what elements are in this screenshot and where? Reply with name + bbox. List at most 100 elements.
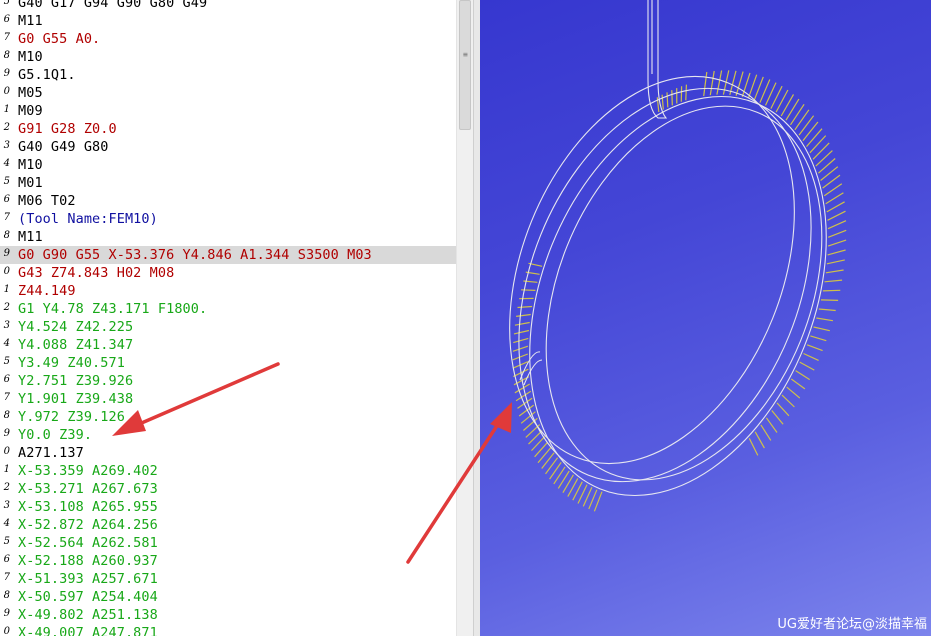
code-line[interactable]: 0 M05 xyxy=(0,84,456,102)
toolpath-segment xyxy=(754,431,765,449)
code-text: X-53.359 A269.402 xyxy=(18,463,158,479)
gcode-editor[interactable]: 5 G40 G17 G94 G90 G80 G49 6 M11 7 G0 G55 A0. 8… xyxy=(0,0,456,636)
code-line[interactable]: 6 M11 xyxy=(0,12,456,30)
code-line[interactable]: 2 X-53.271 A267.673 xyxy=(0,480,456,498)
line-number: 3 xyxy=(3,320,10,331)
code-text: Y1.901 Z39.438 xyxy=(18,391,134,407)
toolpath-segment xyxy=(827,249,846,256)
toolpath-segment xyxy=(760,424,772,441)
code-text: M09 xyxy=(18,103,43,119)
code-text: X-52.188 A260.937 xyxy=(18,553,158,569)
code-text: M10 xyxy=(18,157,43,173)
code-text: Y3.49 Z40.571 xyxy=(18,355,125,371)
line-number: 2 xyxy=(3,302,10,313)
toolpath-segment xyxy=(513,337,529,344)
toolpath-segment xyxy=(786,386,801,399)
toolpath-segment xyxy=(809,135,827,154)
watermark-text: UG爱好者论坛@淡描幸福 xyxy=(777,617,927,632)
code-line[interactable]: 6 Y2.751 Z39.926 xyxy=(0,372,456,390)
code-line[interactable]: 0 X-49.007 A247.871 xyxy=(0,624,456,636)
code-line[interactable]: 9 G5.1Q1. xyxy=(0,66,456,84)
code-line[interactable]: 2 G91 G28 Z0.0 xyxy=(0,120,456,138)
toolpath-wireframe xyxy=(509,0,847,512)
toolpath-segment xyxy=(709,70,715,96)
code-text: Y.972 Z39.126 xyxy=(18,409,125,425)
grip-lines-icon: ≡ xyxy=(463,50,468,59)
code-line[interactable]: 5 G40 G17 G94 G90 G80 G49 xyxy=(0,0,456,12)
toolpath-segment xyxy=(790,103,805,126)
code-line[interactable]: 8 Y.972 Z39.126 xyxy=(0,408,456,426)
code-line[interactable]: 4 Y4.088 Z41.347 xyxy=(0,336,456,354)
code-line[interactable]: 7 Y1.901 Z39.438 xyxy=(0,390,456,408)
line-number: 0 xyxy=(3,626,10,636)
toolpath-segment xyxy=(799,361,815,371)
code-text: M05 xyxy=(18,85,43,101)
code-line[interactable]: 5 Y3.49 Z40.571 xyxy=(0,354,456,372)
toolpath-segment xyxy=(545,457,559,475)
code-text: Y4.524 Z42.225 xyxy=(18,319,134,335)
pane-splitter[interactable] xyxy=(473,0,480,636)
line-number: 5 xyxy=(3,0,10,7)
code-line[interactable]: 4 X-52.872 A264.256 xyxy=(0,516,456,534)
code-line[interactable]: 5 X-52.564 A262.581 xyxy=(0,534,456,552)
code-text: G1 Y4.78 Z43.171 F1800. xyxy=(18,301,208,317)
toolpath-3d-viewport[interactable]: UG爱好者论坛@淡描幸福 xyxy=(480,0,931,636)
code-text: G43 Z74.843 H02 M08 xyxy=(18,265,175,281)
code-line[interactable]: 7 G0 G55 A0. xyxy=(0,30,456,48)
toolpath-segment xyxy=(825,192,844,205)
code-line[interactable]: 9 Y0.0 Z39. xyxy=(0,426,456,444)
toolpath-segment xyxy=(820,299,839,301)
code-text: Y4.088 Z41.347 xyxy=(18,337,134,353)
code-line[interactable]: 3 G40 G49 G80 xyxy=(0,138,456,156)
code-line[interactable]: 5 M01 xyxy=(0,174,456,192)
code-text: X-52.564 A262.581 xyxy=(18,535,158,551)
code-line[interactable]: 2 G1 Y4.78 Z43.171 F1800. xyxy=(0,300,456,318)
toolpath-segment xyxy=(514,321,530,326)
code-line[interactable]: 9 X-49.802 A251.138 xyxy=(0,606,456,624)
toolpath-segment xyxy=(806,128,823,147)
toolpath-segment xyxy=(827,210,846,221)
code-text: G40 G49 G80 xyxy=(18,139,109,155)
code-line[interactable]: 8 X-50.597 A254.404 xyxy=(0,588,456,606)
toolpath-segment xyxy=(716,70,723,95)
line-number: 6 xyxy=(3,14,10,25)
code-line[interactable]: 1 Z44.149 xyxy=(0,282,456,300)
toolpath-segment xyxy=(826,201,845,213)
toolpath-segment xyxy=(666,92,669,108)
toolpath-segment xyxy=(661,94,664,110)
code-text: M11 xyxy=(18,229,43,245)
code-text: M01 xyxy=(18,175,43,191)
line-number: 0 xyxy=(3,86,10,97)
code-line[interactable]: 0 G43 Z74.843 H02 M08 xyxy=(0,264,456,282)
editor-scrollbar[interactable]: ≡ xyxy=(456,0,473,636)
line-number: 9 xyxy=(3,248,10,259)
code-text: X-50.597 A254.404 xyxy=(18,589,158,605)
code-line[interactable]: 8 M10 xyxy=(0,48,456,66)
code-line[interactable]: 1 X-53.359 A269.402 xyxy=(0,462,456,480)
toolpath-segment xyxy=(813,326,830,332)
toolpath-segment xyxy=(703,71,708,97)
code-line[interactable]: 3 Y4.524 Z42.225 xyxy=(0,318,456,336)
toolpath-segment xyxy=(802,121,819,142)
code-line[interactable]: 0 A271.137 xyxy=(0,444,456,462)
code-line[interactable]: 9 G0 G90 G55 X-53.376 Y4.846 A1.344 S3500… xyxy=(0,246,456,264)
toolpath-segment xyxy=(827,239,847,247)
line-number: 7 xyxy=(3,32,10,43)
line-number: 3 xyxy=(3,140,10,151)
toolpath-segment xyxy=(827,220,847,230)
code-line[interactable]: 8 M11 xyxy=(0,228,456,246)
code-line[interactable]: 1 M09 xyxy=(0,102,456,120)
toolpath-segment xyxy=(541,452,555,469)
code-line[interactable]: 6 X-52.188 A260.937 xyxy=(0,552,456,570)
code-line[interactable]: 7 (Tool Name:FEM10) xyxy=(0,210,456,228)
line-number: 8 xyxy=(3,590,10,601)
code-line[interactable]: 7 X-51.393 A257.671 xyxy=(0,570,456,588)
line-number: 6 xyxy=(3,554,10,565)
toolpath-segment xyxy=(818,308,836,312)
code-line[interactable]: 3 X-53.108 A265.955 xyxy=(0,498,456,516)
line-number: 9 xyxy=(3,68,10,79)
code-line[interactable]: 6 M06 T02 xyxy=(0,192,456,210)
code-line[interactable]: 4 M10 xyxy=(0,156,456,174)
toolpath-segment xyxy=(827,229,847,238)
scrollbar-thumb[interactable]: ≡ xyxy=(459,0,471,130)
